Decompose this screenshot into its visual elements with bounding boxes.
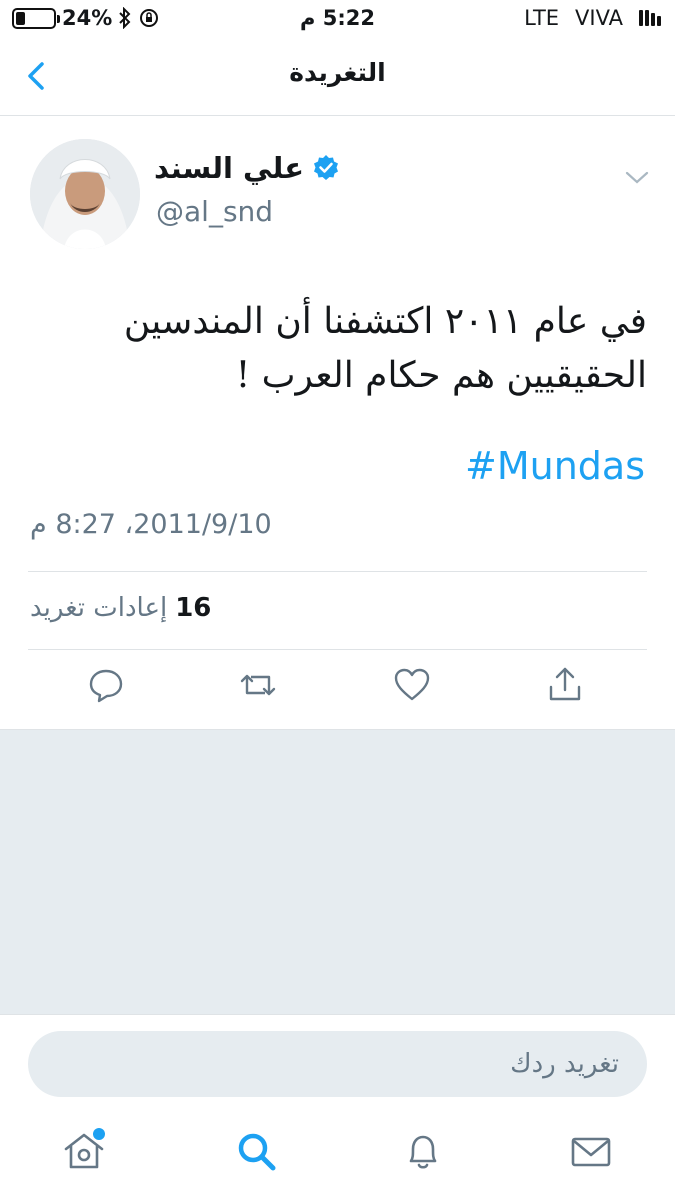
carrier-name: VIVA [575, 6, 623, 30]
share-icon[interactable] [545, 665, 585, 705]
tab-bar [0, 1109, 675, 1200]
tweet-timestamp: 2011/9/10، 8:27 م [30, 509, 272, 540]
network-type: LTE [524, 6, 560, 30]
page-title: التغريدة [289, 58, 386, 87]
status-bar: 24% 5:22 م LTE VIVA [0, 0, 675, 40]
hashtag-link[interactable]: #Mundas [465, 444, 645, 488]
signal-icon [639, 10, 661, 26]
retweet-count: 16 [175, 593, 212, 623]
empty-replies-area [0, 729, 675, 1014]
tweet-menu-button[interactable] [624, 167, 650, 187]
author-name-text: علي السند [154, 151, 305, 185]
avatar-image [30, 139, 140, 249]
retweet-icon[interactable] [238, 665, 278, 705]
retweet-stats[interactable]: 16إعادات تغريد [30, 593, 211, 623]
chevron-down-icon [625, 171, 649, 184]
status-right: LTE VIVA [524, 6, 661, 30]
tweet-actions [0, 665, 675, 715]
verified-badge-icon [314, 155, 339, 180]
author-handle[interactable]: @al_snd [156, 195, 273, 228]
reply-input[interactable] [28, 1031, 647, 1097]
author-name[interactable]: علي السند [154, 151, 340, 185]
mail-icon[interactable] [567, 1127, 615, 1175]
search-icon[interactable] [232, 1127, 280, 1175]
home-notification-dot [93, 1128, 105, 1140]
tweet-detail: علي السند @al_snd في عام ٢٠١١ اكتشفنا أن… [0, 117, 675, 729]
nav-bar: التغريدة [0, 40, 675, 116]
divider [28, 649, 647, 650]
avatar[interactable] [30, 139, 140, 249]
reply-icon[interactable] [86, 665, 126, 705]
heart-icon[interactable] [392, 665, 432, 705]
divider [28, 571, 647, 572]
reply-bar [0, 1014, 675, 1109]
tweet-text: في عام ٢٠١١ اكتشفنا أن المندسين الحقيقيي… [123, 301, 647, 396]
retweet-label: إعادات تغريد [30, 593, 168, 623]
bell-icon[interactable] [399, 1127, 447, 1175]
